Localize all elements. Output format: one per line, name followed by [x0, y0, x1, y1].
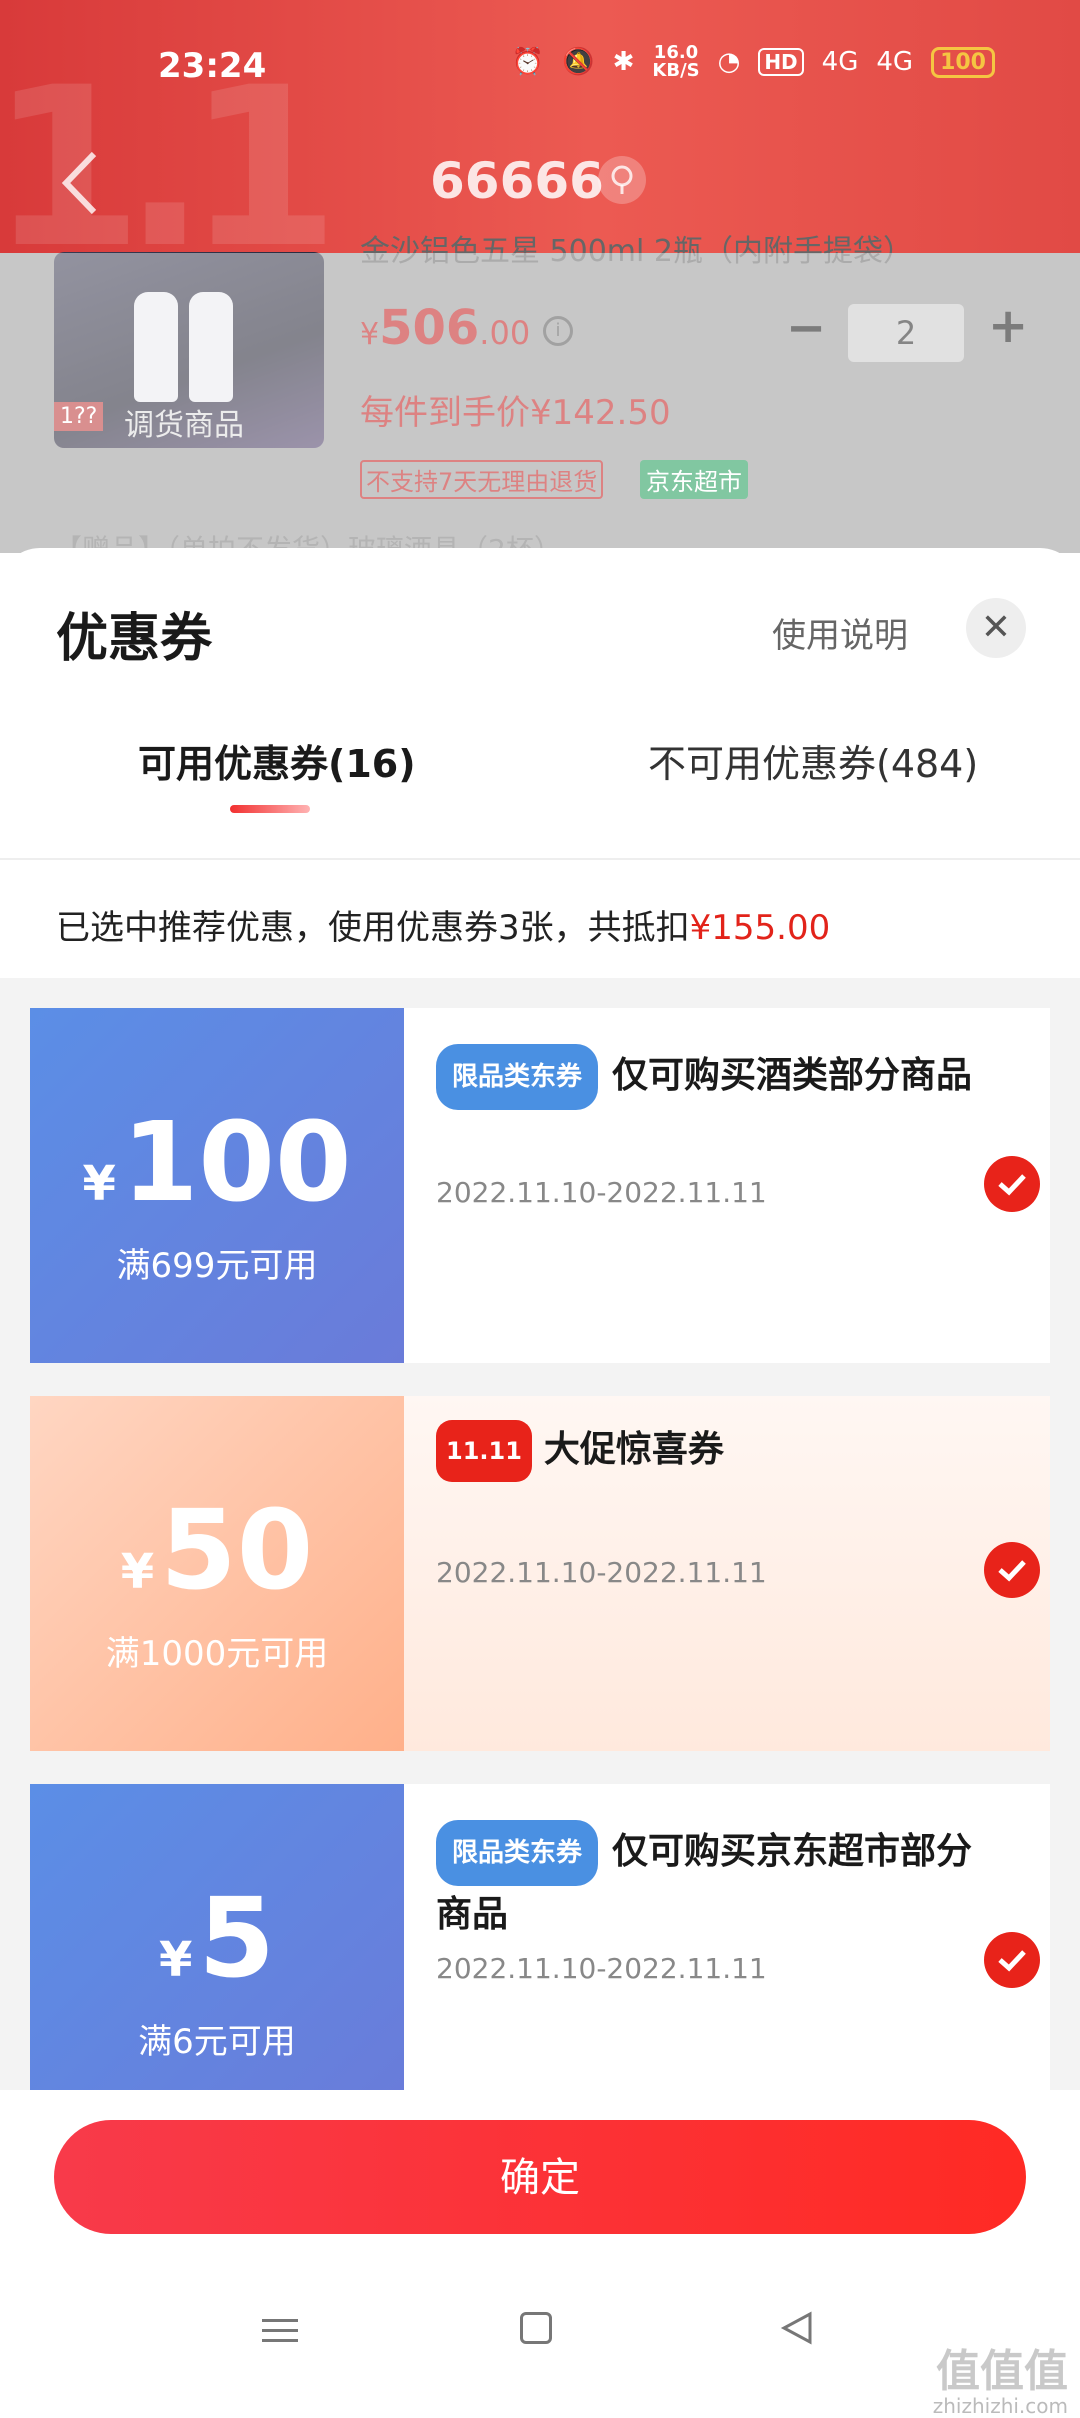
coupon-amount: ¥100: [30, 1098, 404, 1226]
amount-value: 100: [121, 1098, 352, 1226]
status-icons: ⏰ 🔕 ✱ 16.0 KB/S ◔ HD 4G 4G 100: [512, 44, 995, 80]
coupon-tabs: 可用优惠券(16) 不可用优惠券(484): [0, 733, 1080, 843]
check-icon[interactable]: [984, 1932, 1040, 1988]
coupon-info-panel: 限品类东券 仅可购买京东超市部分商品 2022.11.10-2022.11.11: [404, 1784, 1050, 2139]
coupon-description: 限品类东券 仅可购买京东超市部分商品: [436, 1820, 996, 1944]
double11-logo: 11.11: [436, 1420, 532, 1482]
dim-overlay[interactable]: [0, 253, 1080, 553]
divider: [0, 858, 1080, 860]
coupon-info-panel: 11.11 大促惊喜券 2022.11.10-2022.11.11: [404, 1396, 1050, 1751]
close-icon[interactable]: ✕: [966, 598, 1026, 658]
coupon-condition: 满1000元可用: [105, 1634, 329, 1674]
currency-symbol: ¥: [82, 1156, 116, 1212]
sheet-footer: 确定: [0, 2090, 1080, 2400]
amount-value: 5: [198, 1874, 275, 2002]
coupon-desc-text: 仅可购买酒类部分商品: [612, 1055, 973, 1096]
coupon-date: 2022.11.10-2022.11.11: [436, 1952, 767, 1985]
menu-icon[interactable]: [262, 2312, 298, 2348]
sheet-title: 优惠券: [56, 609, 213, 669]
category-badge: 限品类东券: [436, 1820, 599, 1886]
coupon-desc-text: 大促惊喜券: [543, 1429, 724, 1470]
usage-instructions-link[interactable]: 使用说明: [772, 608, 908, 657]
category-badge: 限品类东券: [436, 1044, 599, 1110]
coupon-date: 2022.11.10-2022.11.11: [436, 1556, 767, 1589]
watermark: 值值值 zhizhizhi.com: [933, 2350, 1068, 2418]
hd-badge: HD: [758, 48, 804, 76]
coupon-info-panel: 限品类东券 仅可购买酒类部分商品 2022.11.10-2022.11.11: [404, 1008, 1050, 1363]
coupon-description: 11.11 大促惊喜券: [436, 1420, 996, 1482]
currency-symbol: ¥: [120, 1544, 155, 1600]
coupon-condition: 满6元可用: [138, 2022, 296, 2062]
watermark-logo: 值值值: [936, 2346, 1068, 2397]
coupon-amount: ¥5: [30, 1874, 404, 2002]
coupon-card[interactable]: ¥50 满1000元可用 11.11 大促惊喜券 2022.11.10-2022.…: [30, 1396, 1050, 1751]
coupon-condition: 满699元可用: [116, 1246, 318, 1286]
coupon-description: 限品类东券 仅可购买酒类部分商品: [436, 1044, 996, 1110]
coupon-value-panel: ¥50 满1000元可用: [30, 1396, 404, 1751]
battery-icon: 100: [931, 46, 995, 78]
system-nav-bar: [0, 2300, 1080, 2380]
amount-value: 50: [160, 1486, 314, 1614]
wifi-icon: ◔: [717, 47, 741, 77]
back-icon[interactable]: [56, 148, 106, 218]
coupon-amount: ¥50: [30, 1486, 404, 1614]
summary-amount: ¥155.00: [689, 908, 831, 948]
net-speed-unit: KB/S: [652, 60, 700, 81]
bluetooth-icon: ✱: [612, 47, 635, 77]
status-bar: 23:24 ⏰ 🔕 ✱ 16.0 KB/S ◔ HD 4G 4G 100: [0, 30, 1080, 110]
address-title[interactable]: 66666: [430, 152, 604, 210]
check-icon[interactable]: [984, 1542, 1040, 1598]
status-time: 23:24: [158, 46, 267, 86]
confirm-button[interactable]: 确定: [54, 2120, 1026, 2234]
tab-active-indicator: [230, 805, 310, 813]
coupon-value-panel: ¥100 满699元可用: [30, 1008, 404, 1363]
tab-available[interactable]: 可用优惠券(16): [138, 733, 416, 788]
currency-symbol: ¥: [159, 1932, 193, 1988]
coupon-date: 2022.11.10-2022.11.11: [436, 1176, 767, 1209]
nav-bar: 66666: [0, 140, 1080, 230]
tab-unavailable[interactable]: 不可用优惠券(484): [648, 733, 978, 788]
alarm-icon: ⏰: [511, 47, 545, 77]
check-icon[interactable]: [984, 1156, 1040, 1212]
location-icon: [598, 156, 646, 204]
summary-text: 已选中推荐优惠，使用优惠券3张，共抵扣: [56, 908, 690, 948]
signal-4g-2: 4G: [876, 47, 914, 77]
watermark-url: zhizhizhi.com: [932, 2394, 1068, 2418]
signal-4g-1: 4G: [821, 47, 859, 77]
nav-back-icon[interactable]: [778, 2310, 814, 2346]
selection-summary: 已选中推荐优惠，使用优惠券3张，共抵扣¥155.00: [56, 900, 830, 949]
coupon-card[interactable]: ¥100 满699元可用 限品类东券 仅可购买酒类部分商品 2022.11.10-…: [30, 1008, 1050, 1363]
mute-icon: 🔕: [562, 47, 595, 77]
coupon-card[interactable]: ¥5 满6元可用 限品类东券 仅可购买京东超市部分商品 2022.11.10-20…: [30, 1784, 1050, 2139]
coupon-value-panel: ¥5 满6元可用: [30, 1784, 404, 2139]
net-speed: 16.0 KB/S: [652, 44, 699, 80]
home-icon[interactable]: [520, 2312, 552, 2344]
